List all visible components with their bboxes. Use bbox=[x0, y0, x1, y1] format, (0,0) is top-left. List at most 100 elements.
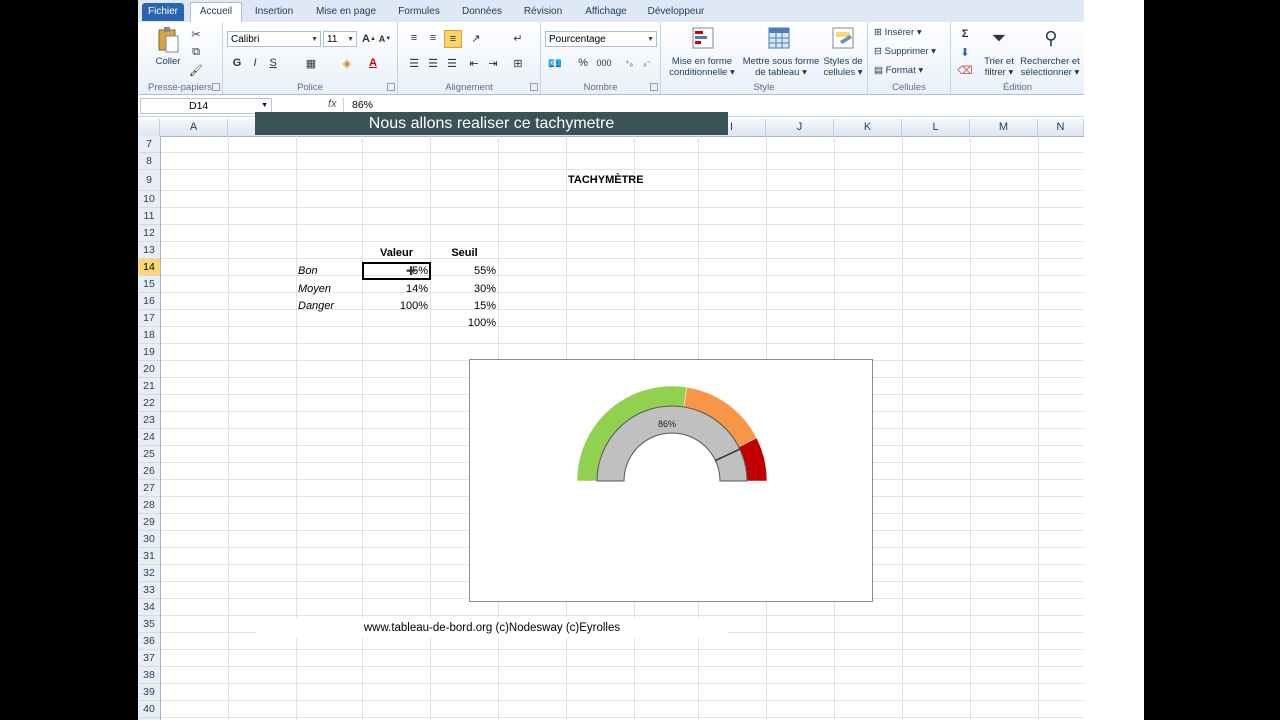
increase-indent-icon[interactable]: ⇥ bbox=[485, 55, 501, 71]
tab-revision[interactable]: Révision bbox=[516, 3, 570, 21]
row-header-29[interactable]: 29 bbox=[138, 514, 160, 531]
column-header-j[interactable]: J bbox=[766, 119, 834, 136]
cell-styles-button[interactable]: Styles de cellules ▾ bbox=[821, 56, 865, 78]
row-header-25[interactable]: 25 bbox=[138, 446, 160, 463]
row-header-38[interactable]: 38 bbox=[138, 667, 160, 684]
copy-icon[interactable]: ⧉ bbox=[188, 44, 204, 60]
name-box[interactable]: D14 ▼ bbox=[140, 98, 272, 114]
delete-cells-button[interactable]: ⊟ Supprimer ▾ bbox=[874, 46, 936, 57]
active-cell-d14[interactable] bbox=[362, 262, 431, 280]
orientation-icon[interactable]: ↗ bbox=[468, 30, 484, 46]
number-format-select[interactable]: Pourcentage ▼ bbox=[545, 31, 657, 47]
tab-accueil[interactable]: Accueil bbox=[190, 2, 242, 23]
sort-filter-button[interactable]: Trier et filtrer ▾ bbox=[981, 56, 1017, 78]
row-header-40[interactable]: 40 bbox=[138, 701, 160, 718]
row-header-30[interactable]: 30 bbox=[138, 531, 160, 548]
row-header-28[interactable]: 28 bbox=[138, 497, 160, 514]
row-header-18[interactable]: 18 bbox=[138, 327, 160, 344]
column-header-l[interactable]: L bbox=[902, 119, 970, 136]
column-header-a[interactable]: A bbox=[160, 119, 228, 136]
fill-icon[interactable]: ⬇ bbox=[957, 44, 973, 60]
alignment-launcher-icon[interactable] bbox=[530, 83, 538, 91]
row-header-12[interactable]: 12 bbox=[138, 225, 160, 242]
autosum-icon[interactable]: Σ bbox=[957, 26, 973, 42]
tab-fichier[interactable]: Fichier bbox=[142, 3, 184, 21]
row-header-35[interactable]: 35 bbox=[138, 616, 160, 633]
insert-cells-button[interactable]: ⊞ Insérer ▾ bbox=[874, 27, 922, 38]
clear-icon[interactable]: ⌫ bbox=[957, 62, 973, 78]
italic-button[interactable]: I bbox=[247, 55, 263, 71]
valeur-moyen[interactable]: 14% bbox=[362, 281, 428, 298]
tab-donnees[interactable]: Données bbox=[454, 3, 510, 21]
row-header-17[interactable]: 17 bbox=[138, 310, 160, 327]
column-header-m[interactable]: M bbox=[970, 119, 1038, 136]
row-header-34[interactable]: 34 bbox=[138, 599, 160, 616]
grow-font-icon[interactable]: A ▲ bbox=[361, 31, 377, 47]
font-size-select[interactable]: 11 ▼ bbox=[323, 31, 357, 47]
valeur-danger[interactable]: 100% bbox=[362, 298, 428, 315]
row-header-11[interactable]: 11 bbox=[138, 208, 160, 225]
row-header-15[interactable]: 15 bbox=[138, 276, 160, 293]
select-all-corner[interactable] bbox=[138, 119, 160, 136]
row-header-14[interactable]: 14 bbox=[138, 259, 160, 276]
borders-icon[interactable]: ▦ bbox=[303, 55, 319, 71]
number-launcher-icon[interactable] bbox=[650, 83, 658, 91]
find-select-button[interactable]: Rechercher et sélectionner ▾ bbox=[1017, 56, 1083, 78]
column-header-k[interactable]: K bbox=[834, 119, 902, 136]
sheet-title[interactable]: TACHYMÈTRE bbox=[568, 172, 644, 189]
increase-decimal-icon[interactable]: ⁺₀ bbox=[621, 55, 637, 71]
row-header-27[interactable]: 27 bbox=[138, 480, 160, 497]
row-label-moyen[interactable]: Moyen bbox=[298, 281, 331, 298]
align-right-icon[interactable]: ☰ bbox=[444, 55, 460, 71]
tab-formules[interactable]: Formules bbox=[390, 3, 448, 21]
font-launcher-icon[interactable] bbox=[387, 83, 395, 91]
row-header-33[interactable]: 33 bbox=[138, 582, 160, 599]
header-seuil[interactable]: Seuil bbox=[430, 245, 499, 262]
row-header-21[interactable]: 21 bbox=[138, 378, 160, 395]
align-middle-icon[interactable]: ≡ bbox=[425, 30, 441, 46]
row-header-31[interactable]: 31 bbox=[138, 548, 160, 565]
underline-button[interactable]: S bbox=[265, 55, 281, 71]
format-as-table-button[interactable]: Mettre sous forme de tableau ▾ bbox=[741, 56, 821, 78]
tachymeter-chart[interactable]: 86% bbox=[469, 359, 873, 602]
row-header-8[interactable]: 8 bbox=[138, 153, 160, 170]
thousands-button[interactable]: 000 bbox=[593, 55, 615, 71]
align-left-icon[interactable]: ☰ bbox=[406, 55, 422, 71]
row-label-bon[interactable]: Bon bbox=[298, 263, 318, 280]
row-label-danger[interactable]: Danger bbox=[298, 298, 334, 315]
paste-icon[interactable] bbox=[156, 26, 180, 54]
fill-color-icon[interactable]: ◈ bbox=[339, 55, 355, 71]
column-header-n[interactable]: N bbox=[1038, 119, 1084, 136]
row-header-19[interactable]: 19 bbox=[138, 344, 160, 361]
row-header-24[interactable]: 24 bbox=[138, 429, 160, 446]
wrap-text-icon[interactable]: ↵ bbox=[510, 30, 526, 46]
fx-icon[interactable]: fx bbox=[328, 98, 337, 110]
paste-button[interactable]: Coller bbox=[148, 56, 188, 67]
format-painter-icon[interactable]: 🖌 bbox=[188, 62, 204, 78]
row-header-10[interactable]: 10 bbox=[138, 191, 160, 208]
row-header-13[interactable]: 13 bbox=[138, 242, 160, 259]
font-name-select[interactable]: Calibri ▼ bbox=[227, 31, 321, 47]
font-color-icon[interactable]: A bbox=[365, 55, 381, 71]
tab-insertion[interactable]: Insertion bbox=[246, 3, 302, 21]
tab-affichage[interactable]: Affichage bbox=[578, 3, 634, 21]
row-header-32[interactable]: 32 bbox=[138, 565, 160, 582]
row-header-22[interactable]: 22 bbox=[138, 395, 160, 412]
decrease-decimal-icon[interactable]: ₀⁻ bbox=[639, 55, 655, 71]
conditional-formatting-icon[interactable] bbox=[691, 26, 715, 50]
sort-filter-icon[interactable]: ⏷ bbox=[987, 26, 1011, 50]
bold-button[interactable]: G bbox=[229, 55, 245, 71]
seuil-moyen[interactable]: 30% bbox=[430, 281, 496, 298]
row-header-7[interactable]: 7 bbox=[138, 136, 160, 153]
tab-developpeur[interactable]: Développeur bbox=[642, 3, 710, 21]
align-top-icon[interactable]: ≡ bbox=[406, 30, 422, 46]
clipboard-launcher-icon[interactable] bbox=[212, 83, 220, 91]
tab-mise-en-page[interactable]: Mise en page bbox=[310, 3, 382, 21]
seuil-bon[interactable]: 55% bbox=[430, 263, 496, 280]
merge-center-icon[interactable]: ⊞ bbox=[510, 55, 526, 71]
cut-icon[interactable]: ✂ bbox=[188, 26, 204, 42]
cell-styles-icon[interactable] bbox=[831, 26, 855, 50]
row-header-23[interactable]: 23 bbox=[138, 412, 160, 429]
row-header-9[interactable]: 9 bbox=[138, 170, 160, 191]
percent-button[interactable]: % bbox=[575, 55, 591, 71]
